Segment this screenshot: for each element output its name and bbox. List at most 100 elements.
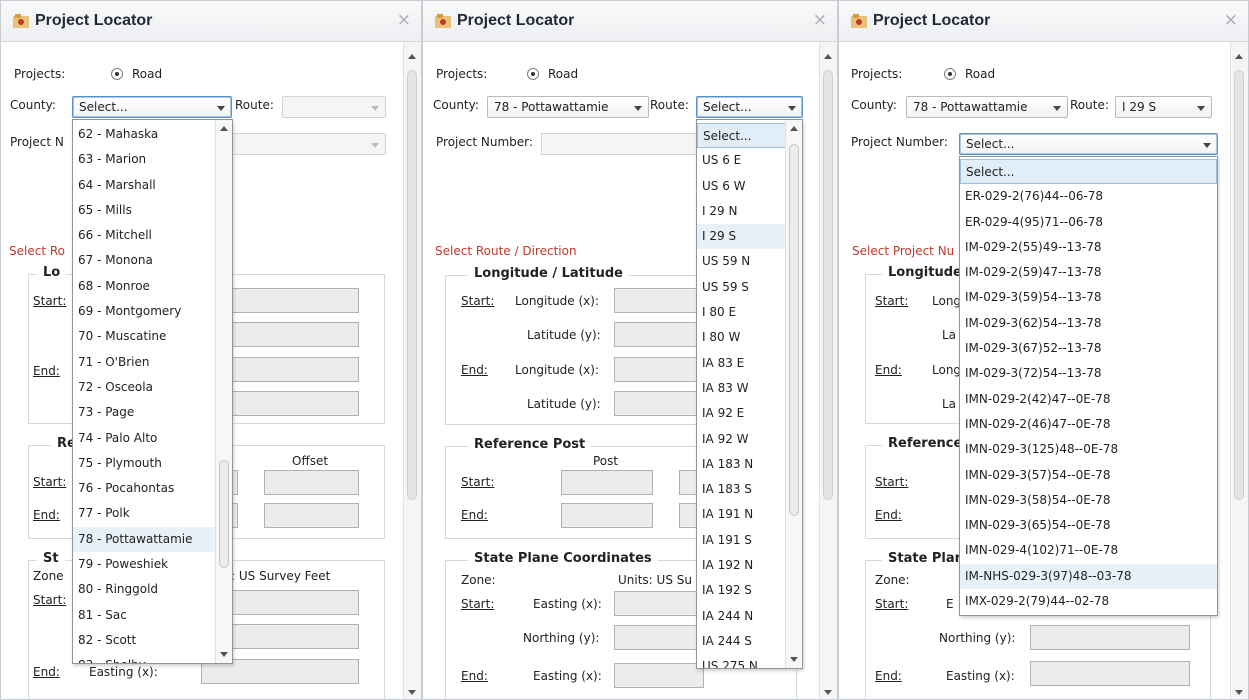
scroll-down-icon[interactable] <box>824 690 832 695</box>
county-option[interactable]: 75 - Plymouth <box>73 451 216 476</box>
county-option[interactable]: 67 - Monona <box>73 248 216 273</box>
panel-scrollbar[interactable] <box>1230 42 1248 699</box>
county-select[interactable]: 78 - Pottawattamie <box>906 96 1068 118</box>
close-icon[interactable]: × <box>813 10 827 30</box>
scrollbar-thumb[interactable] <box>1234 70 1244 500</box>
route-option[interactable]: Select... <box>697 123 786 149</box>
dropdown-scrollbar-thumb[interactable] <box>789 144 799 516</box>
county-option[interactable]: 74 - Palo Alto <box>73 426 216 451</box>
end-easting-field[interactable] <box>1030 661 1190 686</box>
project-number-option[interactable]: IMN-029-3(65)54--0E-78 <box>960 513 1217 538</box>
project-number-option[interactable]: IM-029-2(59)47--13-78 <box>960 260 1217 285</box>
end-easting-field[interactable] <box>614 663 704 688</box>
project-number-option[interactable]: IMN-029-2(46)47--0E-78 <box>960 412 1217 437</box>
route-option[interactable]: IA 191 S <box>697 528 786 553</box>
start-northing-field[interactable] <box>1030 625 1190 650</box>
project-number-option[interactable]: IM-NHS-029-3(97)48--03-78 <box>960 563 1217 590</box>
road-radio[interactable] <box>111 68 123 80</box>
project-number-option[interactable]: IMN-029-4(102)71--0E-78 <box>960 538 1217 563</box>
county-option[interactable]: 79 - Poweshiek <box>73 552 216 577</box>
route-dropdown-list[interactable]: Select... US 6 E US 6 WI 29 NI 29 S US 59 N… <box>696 119 803 669</box>
close-icon[interactable]: × <box>1224 10 1238 30</box>
county-option[interactable]: 82 - Scott <box>73 628 216 653</box>
county-option[interactable]: 65 - Mills <box>73 198 216 223</box>
scroll-up-icon[interactable] <box>408 54 416 59</box>
project-number-select[interactable]: Select... <box>959 133 1218 155</box>
project-number-select[interactable] <box>231 133 386 155</box>
scroll-down-icon[interactable] <box>1235 690 1243 695</box>
scroll-up-icon[interactable] <box>1235 54 1243 59</box>
route-option[interactable]: I 29 N <box>697 199 786 224</box>
route-option[interactable]: IA 192 N <box>697 553 786 578</box>
county-option[interactable]: 72 - Osceola <box>73 375 216 400</box>
scrollbar-thumb[interactable] <box>823 70 833 500</box>
county-option[interactable]: 63 - Marion <box>73 147 216 172</box>
route-option[interactable]: IA 191 N <box>697 502 786 527</box>
scroll-down-icon[interactable] <box>408 690 416 695</box>
county-select[interactable]: Select... <box>72 96 232 118</box>
route-select[interactable]: Select... <box>696 96 803 118</box>
county-option[interactable]: 64 - Marshall <box>73 173 216 198</box>
start-northing-field[interactable] <box>614 625 704 650</box>
project-number-option[interactable]: IM-029-3(67)52--13-78 <box>960 336 1217 361</box>
project-number-option[interactable]: IM-029-3(72)54--13-78 <box>960 361 1217 386</box>
county-option[interactable]: 77 - Polk <box>73 501 216 526</box>
panel-scrollbar[interactable] <box>819 42 837 699</box>
end-offset-field[interactable] <box>264 503 359 528</box>
route-option[interactable]: US 59 S <box>697 275 786 300</box>
route-option[interactable]: I 80 W <box>697 325 786 350</box>
county-option[interactable]: 78 - Pottawattamie <box>73 526 216 553</box>
county-option[interactable]: 73 - Page <box>73 400 216 425</box>
project-number-option[interactable]: ER-029-4(95)71--06-78 <box>960 210 1217 235</box>
scroll-up-icon[interactable] <box>220 126 228 131</box>
route-option[interactable]: I 29 S <box>697 224 786 250</box>
route-option[interactable]: IA 192 S <box>697 578 786 603</box>
project-number-option[interactable]: IM-029-3(59)54--13-78 <box>960 285 1217 310</box>
county-option[interactable]: 81 - Sac <box>73 603 216 628</box>
route-option[interactable]: IA 183 N <box>697 452 786 477</box>
route-option[interactable]: IA 92 E <box>697 401 786 426</box>
road-radio[interactable] <box>527 68 539 80</box>
route-option[interactable]: US 59 N <box>697 249 786 274</box>
project-number-select[interactable] <box>541 133 699 155</box>
project-number-option[interactable]: IMN-029-3(125)48--0E-78 <box>960 437 1217 462</box>
project-number-option[interactable]: IMX-029-2(79)44--02-78 <box>960 589 1217 614</box>
start-offset-field[interactable] <box>264 470 359 495</box>
route-option[interactable]: IA 244 N <box>697 604 786 629</box>
county-dropdown-list[interactable]: 62 - Mahaska 63 - Marion 64 - Marshall 65 -… <box>72 119 233 664</box>
project-number-option[interactable]: ER-029-2(76)44--06-78 <box>960 184 1217 209</box>
panel-scrollbar[interactable] <box>403 42 421 699</box>
start-latitude-field[interactable] <box>614 322 704 347</box>
route-select[interactable]: I 29 S <box>1115 96 1212 118</box>
route-option[interactable]: IA 92 W <box>697 427 786 452</box>
project-number-option[interactable]: Select... <box>960 159 1217 185</box>
route-option[interactable]: IA 83 E <box>697 351 786 376</box>
project-number-dropdown-list[interactable]: Select... ER-029-2(76)44--06-78 ER-029-4(9… <box>959 156 1218 616</box>
scroll-down-icon[interactable] <box>220 652 228 657</box>
dropdown-scrollbar[interactable] <box>215 120 232 663</box>
project-number-option[interactable]: IMN-029-2(42)47--0E-78 <box>960 387 1217 412</box>
end-longitude-field[interactable] <box>614 357 704 382</box>
project-number-option[interactable]: IM-029-3(62)54--13-78 <box>960 311 1217 336</box>
close-icon[interactable]: × <box>397 10 411 30</box>
project-number-option[interactable]: IMN-029-3(57)54--0E-78 <box>960 463 1217 488</box>
dropdown-scrollbar[interactable] <box>785 120 802 668</box>
end-latitude-field[interactable] <box>614 391 704 416</box>
county-select[interactable]: 78 - Pottawattamie <box>487 96 649 118</box>
start-longitude-field[interactable] <box>614 288 704 313</box>
county-option[interactable]: 83 - Shelby <box>73 653 216 663</box>
county-option[interactable]: 69 - Montgomery <box>73 299 216 324</box>
county-option[interactable]: 76 - Pocahontas <box>73 476 216 501</box>
scrollbar-thumb[interactable] <box>407 70 417 500</box>
route-option[interactable]: IA 244 S <box>697 629 786 654</box>
start-post-field[interactable] <box>561 470 653 495</box>
county-option[interactable]: 80 - Ringgold <box>73 577 216 602</box>
scroll-up-icon[interactable] <box>790 126 798 131</box>
county-option[interactable]: 66 - Mitchell <box>73 223 216 248</box>
route-option[interactable]: I 80 E <box>697 300 786 325</box>
county-option[interactable]: 70 - Muscatine <box>73 324 216 349</box>
project-number-option[interactable]: IM-029-2(55)49--13-78 <box>960 235 1217 260</box>
route-option[interactable]: IA 183 S <box>697 477 786 502</box>
end-post-field[interactable] <box>561 503 653 528</box>
dropdown-scrollbar-thumb[interactable] <box>219 460 229 568</box>
